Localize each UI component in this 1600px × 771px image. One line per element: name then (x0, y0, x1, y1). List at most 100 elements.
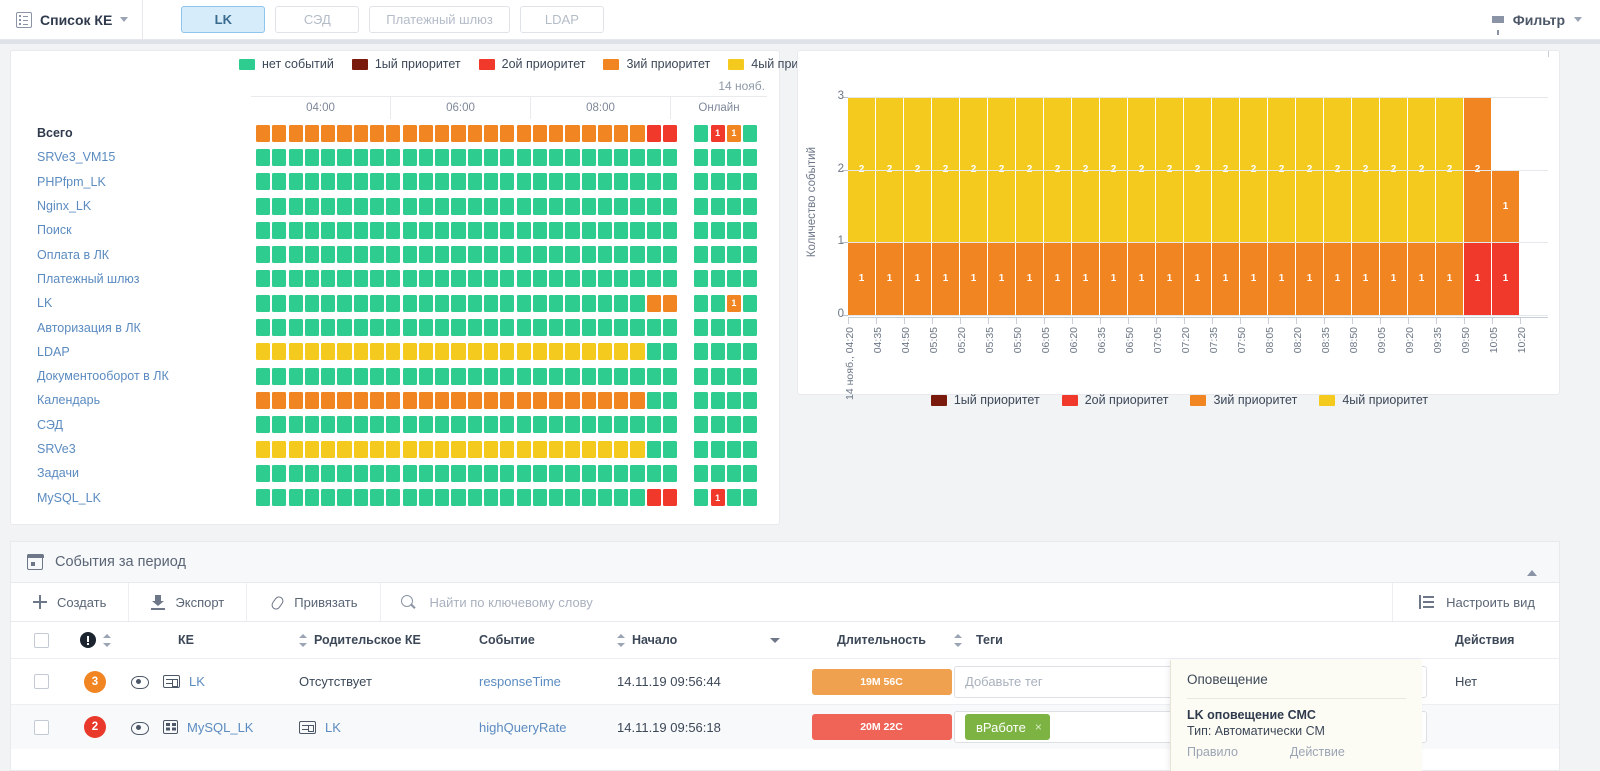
heatmap-cell[interactable] (288, 343, 303, 361)
heatmap-cell[interactable] (532, 440, 547, 458)
heatmap-cell[interactable] (500, 197, 515, 215)
heatmap-cell[interactable] (402, 343, 417, 361)
heatmap-cell[interactable] (337, 124, 352, 142)
search-input[interactable] (427, 593, 1373, 611)
heatmap-cell[interactable] (451, 319, 466, 337)
heatmap-cell[interactable] (516, 489, 531, 507)
heatmap-ke-link[interactable]: Оплата в ЛК (25, 248, 256, 262)
chart-bar[interactable]: 21 (1156, 97, 1184, 315)
heatmap-cell[interactable] (710, 367, 725, 385)
heatmap-cell[interactable] (532, 343, 547, 361)
heatmap-cell[interactable] (597, 294, 613, 312)
heatmap-cell[interactable] (646, 294, 661, 312)
heatmap-cell[interactable] (565, 391, 580, 409)
heatmap-cell[interactable] (694, 440, 709, 458)
heatmap-cell[interactable] (710, 246, 725, 264)
heatmap-cell[interactable] (710, 294, 725, 312)
heatmap-cell[interactable] (353, 489, 368, 507)
heatmap-cell[interactable] (663, 197, 678, 215)
heatmap-cell[interactable] (272, 294, 287, 312)
heatmap-ke-link[interactable]: Авторизация в ЛК (25, 321, 256, 335)
heatmap-cell[interactable] (646, 221, 661, 239)
heatmap-cell[interactable] (630, 464, 645, 482)
heatmap-cell[interactable] (435, 270, 450, 288)
heatmap-cell[interactable] (321, 294, 336, 312)
heatmap-cell[interactable] (256, 489, 271, 507)
heatmap-cell[interactable] (467, 221, 482, 239)
heatmap-cell[interactable] (630, 343, 645, 361)
heatmap-cell[interactable] (565, 197, 580, 215)
heatmap-cell[interactable] (418, 416, 433, 434)
heatmap-cell[interactable] (614, 270, 629, 288)
chart-legend-item[interactable]: 3ий приоритет (1190, 393, 1297, 407)
heatmap-cell[interactable] (288, 221, 303, 239)
parent-ke-link[interactable]: LK (325, 720, 341, 735)
heatmap-cell[interactable] (337, 464, 352, 482)
heatmap-cell[interactable] (402, 221, 417, 239)
eye-icon[interactable] (131, 721, 149, 735)
heatmap-cell[interactable] (694, 124, 709, 142)
row-checkbox[interactable] (33, 674, 49, 689)
heatmap-cell[interactable] (581, 124, 596, 142)
heatmap-cell[interactable] (694, 416, 709, 434)
chart-bar[interactable]: 21 (876, 97, 904, 315)
heatmap-cell[interactable] (630, 391, 645, 409)
heatmap-cell[interactable] (614, 416, 629, 434)
heatmap-cell[interactable] (726, 148, 741, 166)
heatmap-cell[interactable] (321, 367, 336, 385)
heatmap-cell[interactable] (614, 246, 629, 264)
heatmap-cell[interactable] (467, 440, 482, 458)
heatmap-cell[interactable] (646, 391, 661, 409)
heatmap-cell[interactable] (646, 319, 661, 337)
heatmap-cell[interactable] (565, 319, 580, 337)
heatmap-cell[interactable] (467, 343, 482, 361)
heatmap-cell[interactable]: 1 (710, 124, 725, 142)
heatmap-cell[interactable] (663, 148, 678, 166)
chart-bar[interactable]: 21 (932, 97, 960, 315)
heatmap-cell[interactable] (565, 246, 580, 264)
heatmap-cell[interactable] (532, 367, 547, 385)
heatmap-cell[interactable] (353, 148, 368, 166)
heatmap-cell[interactable] (726, 343, 741, 361)
heatmap-cell[interactable] (451, 148, 466, 166)
heatmap-cell[interactable] (337, 440, 352, 458)
heatmap-cell[interactable] (402, 440, 417, 458)
heatmap-cell[interactable] (694, 391, 709, 409)
heatmap-cell[interactable] (272, 148, 287, 166)
heatmap-cell[interactable] (353, 440, 368, 458)
heatmap-cell[interactable] (597, 173, 613, 191)
heatmap-cell[interactable] (435, 440, 450, 458)
heatmap-cell[interactable] (743, 197, 758, 215)
heatmap-cell[interactable] (663, 173, 678, 191)
chart-bar[interactable]: 21 (1044, 97, 1072, 315)
heatmap-cell[interactable] (646, 367, 661, 385)
chart-bar[interactable]: 21 (848, 97, 876, 315)
heatmap-cell[interactable] (483, 319, 499, 337)
heatmap-cell[interactable] (386, 319, 401, 337)
heatmap-cell[interactable] (272, 270, 287, 288)
heatmap-cell[interactable] (581, 489, 596, 507)
chart-bar[interactable]: 21 (1464, 97, 1492, 315)
heatmap-cell[interactable] (467, 391, 482, 409)
heatmap-cell[interactable] (272, 343, 287, 361)
heatmap-cell[interactable] (337, 197, 352, 215)
heatmap-cell[interactable] (743, 124, 758, 142)
heatmap-cell[interactable] (646, 464, 661, 482)
heatmap-cell[interactable] (516, 367, 531, 385)
ke-list-selector[interactable]: Список КЕ (0, 0, 144, 40)
chart-bar[interactable]: 21 (1380, 97, 1408, 315)
chart-legend-item[interactable]: 1ый приоритет (930, 393, 1040, 407)
heatmap-cell[interactable] (581, 148, 596, 166)
heatmap-cell[interactable] (710, 464, 725, 482)
heatmap-cell[interactable] (581, 173, 596, 191)
heatmap-cell[interactable] (549, 343, 564, 361)
heatmap-cell[interactable] (369, 416, 385, 434)
heatmap-cell[interactable] (726, 197, 741, 215)
heatmap-cell[interactable] (743, 416, 758, 434)
ke-link[interactable]: LK (189, 674, 205, 689)
heatmap-cell[interactable] (646, 440, 661, 458)
heatmap-cell[interactable] (467, 489, 482, 507)
heatmap-cell[interactable] (418, 367, 433, 385)
select-all-checkbox[interactable] (33, 632, 49, 648)
heatmap-cell[interactable] (646, 124, 661, 142)
